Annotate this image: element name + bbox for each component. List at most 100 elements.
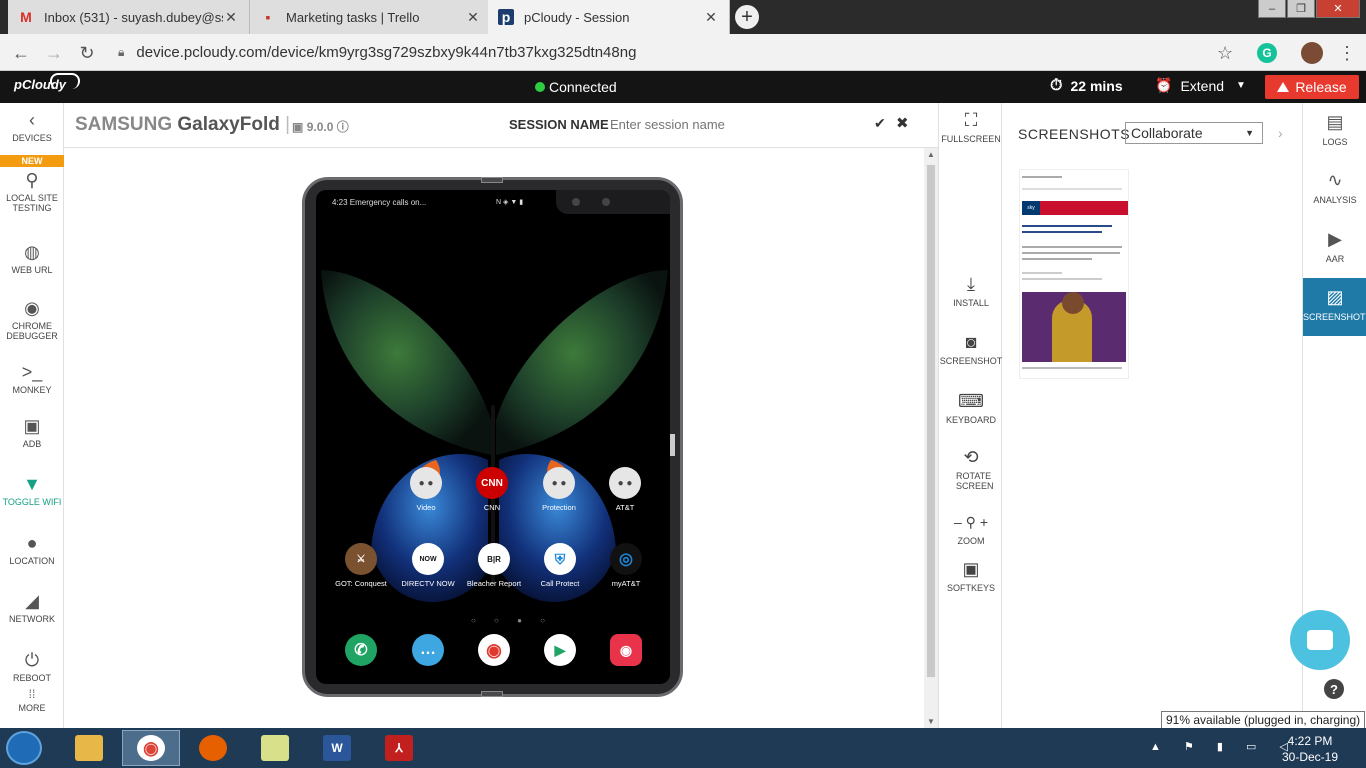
sidebar-item-network[interactable]: ◢ NETWORK	[0, 590, 64, 624]
grammarly-extension-icon[interactable]: G	[1257, 43, 1277, 63]
keyboard-icon: ⌨	[958, 391, 984, 411]
app-cnn[interactable]: CNN CNN	[460, 467, 524, 512]
zoom-control[interactable]: – ⚲ + ZOOM	[939, 511, 1003, 546]
tab-gmail[interactable]: M Inbox (531) - suyash.dubey@ssts ✕	[8, 0, 250, 34]
device-name: SAMSUNG GalaxyFold |	[75, 114, 291, 135]
browser-menu-icon[interactable]: ⋮	[1338, 43, 1356, 64]
taskbar-explorer[interactable]	[60, 730, 118, 766]
maximize-button[interactable]: ❐	[1287, 0, 1315, 18]
back-button[interactable]: ←	[10, 42, 32, 64]
close-icon[interactable]: ✕	[223, 9, 239, 26]
taskbar-word[interactable]: W	[308, 730, 366, 766]
sidebar-item-analysis[interactable]: ∿ ANALYSIS	[1303, 161, 1366, 219]
chevron-down-icon: ▼	[1236, 80, 1246, 91]
sidebar-item-adb[interactable]: ▣ ADB	[0, 415, 64, 449]
help-icon[interactable]: ?	[1324, 679, 1344, 699]
url-text: device.pcloudy.com/device/km9yrg3sg729sz…	[136, 44, 637, 61]
scrollbar-thumb[interactable]	[926, 164, 936, 678]
app-att[interactable]: ● ● AT&T	[593, 467, 657, 512]
sidebar-item-local-site-testing[interactable]: ⚲ LOCAL SITE TESTING	[0, 169, 64, 213]
tab-title: Marketing tasks | Trello	[286, 9, 420, 25]
taskbar-sticky-notes[interactable]	[246, 730, 304, 766]
start-button[interactable]	[6, 731, 42, 765]
extend-dropdown[interactable]: ⏰ Extend ▼	[1155, 77, 1246, 94]
taskbar-chrome[interactable]: ◉	[122, 730, 180, 766]
minimize-button[interactable]: –	[1258, 0, 1286, 18]
app-play-store[interactable]: ▶	[528, 634, 592, 670]
stopwatch-icon: ⏱	[1050, 77, 1063, 94]
hinge-top	[481, 177, 503, 183]
device-area-scrollbar[interactable]: ▲ ▼	[924, 148, 938, 728]
reload-button[interactable]: ↻	[76, 42, 98, 64]
check-icon[interactable]: ✔	[874, 115, 886, 132]
camera-icon	[602, 198, 610, 206]
chevron-right-icon[interactable]: ›	[1278, 125, 1283, 141]
scroll-up-icon[interactable]: ▲	[927, 150, 935, 159]
sidebar-item-screenshots[interactable]: ▨ SCREENSHOTS	[1303, 278, 1366, 336]
forward-button[interactable]: →	[43, 42, 65, 64]
scroll-down-icon[interactable]: ▼	[927, 717, 935, 726]
app-messages[interactable]: …	[396, 634, 460, 670]
profile-avatar[interactable]	[1301, 42, 1323, 64]
tab-trello[interactable]: ▪ Marketing tasks | Trello ✕	[250, 0, 492, 34]
divider: |	[285, 114, 291, 135]
chevron-left-icon: ‹	[29, 110, 35, 130]
phone-app-icon: ✆	[345, 634, 377, 666]
sidebar-item-monkey[interactable]: >_ MONKEY	[0, 361, 64, 395]
session-name-input[interactable]	[610, 113, 860, 135]
app-video[interactable]: ● ● Video	[394, 467, 458, 512]
sidebar-item-chrome-debugger[interactable]: ◉ CHROME DEBUGGER	[0, 297, 64, 341]
taskbar-firefox[interactable]	[184, 730, 242, 766]
sidebar-item-location[interactable]: ● LOCATION	[0, 532, 64, 566]
analysis-icon: ∿	[1327, 170, 1343, 190]
close-icon[interactable]: ✖	[896, 114, 909, 132]
device-screen[interactable]: 4:23 Emergency calls on... N ◈ ▼ ▮ ● ● V…	[316, 190, 670, 684]
taskbar-clock[interactable]: 4:22 PM 30-Dec-19	[1270, 733, 1350, 765]
sidebar-item-reboot[interactable]: ⏻ REBOOT	[0, 649, 64, 683]
download-icon: ⤓	[967, 274, 975, 294]
app-phone[interactable]: ✆	[329, 634, 393, 670]
app-call-protect[interactable]: ⛨ Call Protect	[528, 543, 592, 588]
folder-icon	[75, 735, 103, 761]
fullscreen-button[interactable]: ⛶ FULLSCREEN	[939, 109, 1003, 144]
sidebar-item-devices[interactable]: ‹ DEVICES	[0, 109, 64, 143]
app-bleacher-report[interactable]: B|R Bleacher Report	[462, 543, 526, 588]
signal-icon: ◢	[25, 591, 39, 611]
app-directv-now[interactable]: NOW DIRECTV NOW	[396, 543, 460, 588]
new-tab-button[interactable]: +	[735, 5, 759, 29]
phone-status-text: 4:23 Emergency calls on...	[332, 198, 427, 207]
bookmark-star-icon[interactable]: ☆	[1217, 43, 1233, 64]
info-icon[interactable]: ⓘ	[337, 120, 349, 134]
sidebar-item-logs[interactable]: ▤ LOGS	[1303, 103, 1366, 161]
screenshot-thumbnail[interactable]: sky	[1019, 169, 1129, 379]
tab-title: Inbox (531) - suyash.dubey@ssts	[44, 9, 223, 25]
sidebar-item-more[interactable]: ⁞⁞ MORE	[0, 687, 64, 713]
fullscreen-icon: ⛶	[964, 110, 978, 130]
keyboard-button[interactable]: ⌨ KEYBOARD	[939, 390, 1003, 425]
pcloudy-logo[interactable]: pCloudy	[14, 73, 80, 92]
collaborate-select[interactable]: Collaborate ▼	[1125, 122, 1263, 144]
install-button[interactable]: ⤓ INSTALL	[939, 273, 1003, 308]
app-myatt[interactable]: ◎ myAT&T	[594, 543, 658, 588]
window-close-button[interactable]: ✕	[1316, 0, 1360, 18]
sidebar-item-web-url[interactable]: ◍ WEB URL	[0, 241, 64, 275]
taskbar-acrobat[interactable]: ⅄	[370, 730, 428, 766]
app-protection[interactable]: ● ● Protection	[527, 467, 591, 512]
release-button[interactable]: Release	[1265, 75, 1359, 99]
rotate-screen-button[interactable]: ⟲ ROTATE SCREEN	[939, 446, 1003, 491]
app-camera[interactable]: ◉	[594, 634, 658, 670]
close-icon[interactable]: ✕	[465, 9, 481, 26]
chat-support-button[interactable]	[1290, 610, 1350, 670]
tab-pcloudy[interactable]: p pCloudy - Session ✕	[488, 0, 730, 34]
url-field[interactable]: 🔒︎ device.pcloudy.com/device/km9yrg3sg72…	[108, 39, 1248, 66]
screenshot-button[interactable]: ◙ SCREENSHOT	[939, 331, 1003, 366]
firefox-icon	[199, 735, 227, 761]
app-got-conquest[interactable]: ⚔ GOT: Conquest	[329, 543, 393, 588]
sidebar-item-aar[interactable]: ▶ AAR	[1303, 220, 1366, 278]
sidebar-item-toggle-wifi[interactable]: ▼ TOGGLE WIFI	[0, 473, 64, 507]
close-icon[interactable]: ✕	[703, 9, 719, 26]
app-chrome[interactable]: ◉	[462, 634, 526, 670]
softkeys-button[interactable]: ▣ SOFTKEYS	[939, 558, 1003, 593]
thumb-photo	[1022, 292, 1126, 362]
android-icon: ▣	[23, 416, 41, 436]
